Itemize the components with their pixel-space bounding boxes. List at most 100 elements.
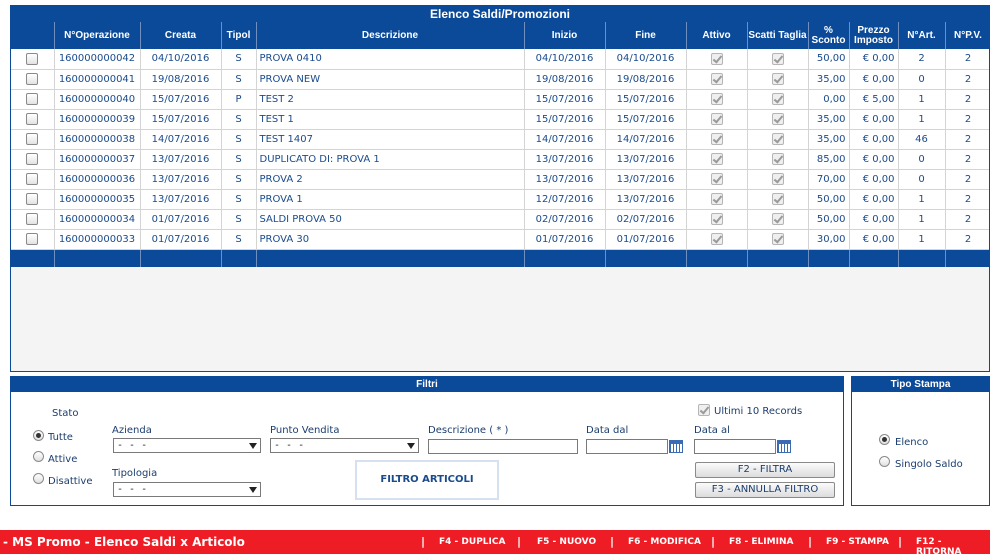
cell-operation-number: 160000000037 bbox=[54, 149, 141, 170]
cell-description: TEST 1407 bbox=[256, 129, 525, 150]
duplica-key[interactable]: F4 - DUPLICA bbox=[439, 537, 505, 547]
cell-active-checkbox bbox=[710, 153, 723, 165]
radio-disattive-label[interactable]: Disattive bbox=[48, 476, 93, 487]
table-footer-cell bbox=[686, 249, 748, 267]
table-row[interactable]: 160000000033 01/07/2016 S PROVA 30 01/07/201… bbox=[11, 229, 989, 250]
radio-singolo-saldo[interactable] bbox=[879, 456, 890, 467]
table-footer-cell bbox=[524, 249, 606, 267]
row-select-checkbox[interactable] bbox=[26, 233, 39, 245]
table-row[interactable]: 160000000042 04/10/2016 S PROVA 0410 04/10/2… bbox=[11, 49, 989, 70]
row-select-checkbox[interactable] bbox=[26, 153, 39, 165]
cell-created: 01/07/2016 bbox=[140, 209, 222, 230]
radio-tutte[interactable] bbox=[33, 430, 44, 441]
radio-attive[interactable] bbox=[33, 451, 44, 462]
col-size-steps[interactable]: Scatti Taglia bbox=[747, 22, 809, 49]
cell-active-checkbox bbox=[710, 193, 723, 205]
col-discount[interactable]: % Sconto bbox=[808, 22, 850, 49]
elimina-key[interactable]: F8 - ELIMINA bbox=[729, 537, 793, 547]
cell-start: 15/07/2016 bbox=[524, 89, 606, 110]
filtra-button[interactable]: F2 - FILTRA bbox=[695, 462, 835, 478]
cell-created: 15/07/2016 bbox=[140, 89, 222, 110]
row-select-checkbox[interactable] bbox=[26, 213, 39, 225]
ultimi-10-label[interactable]: Ultimi 10 Records bbox=[714, 406, 802, 417]
cell-type: P bbox=[221, 89, 257, 110]
ultimi-10-checkbox[interactable] bbox=[698, 404, 710, 416]
cell-size-steps bbox=[747, 229, 809, 250]
table-row[interactable]: 160000000035 13/07/2016 S PROVA 1 12/07/2016… bbox=[11, 189, 989, 210]
row-select-checkbox[interactable] bbox=[26, 93, 39, 105]
col-stores-count[interactable]: N°P.V. bbox=[945, 22, 989, 49]
cell-fixed-price: € 0,00 bbox=[849, 169, 899, 190]
table-footer-cell bbox=[945, 249, 989, 267]
chevron-down-icon bbox=[249, 487, 257, 493]
row-select-checkbox[interactable] bbox=[26, 173, 39, 185]
cell-size-steps-checkbox bbox=[771, 233, 784, 245]
cell-end: 02/07/2016 bbox=[605, 209, 687, 230]
row-select-checkbox[interactable] bbox=[26, 113, 39, 125]
cell-size-steps bbox=[747, 209, 809, 230]
cell-operation-number: 160000000038 bbox=[54, 129, 141, 150]
cell-stores-count: 2 bbox=[945, 149, 989, 170]
col-description[interactable]: Descrizione bbox=[256, 22, 525, 49]
data-al-input[interactable] bbox=[694, 439, 776, 454]
cell-discount: 35,00 bbox=[808, 129, 850, 150]
table-row[interactable]: 160000000040 15/07/2016 P TEST 2 15/07/2016 1… bbox=[11, 89, 989, 110]
col-end[interactable]: Fine bbox=[605, 22, 687, 49]
radio-disattive[interactable] bbox=[33, 473, 44, 484]
row-select-checkbox[interactable] bbox=[26, 193, 39, 205]
col-active[interactable]: Attivo bbox=[686, 22, 748, 49]
cell-end: 04/10/2016 bbox=[605, 49, 687, 70]
nuovo-key[interactable]: F5 - NUOVO bbox=[537, 537, 596, 547]
radio-attive-label[interactable]: Attive bbox=[48, 454, 77, 465]
col-created[interactable]: Creata bbox=[140, 22, 222, 49]
radio-elenco[interactable] bbox=[879, 434, 890, 445]
calendar-icon[interactable] bbox=[668, 439, 684, 454]
cell-end: 13/07/2016 bbox=[605, 149, 687, 170]
col-start[interactable]: Inizio bbox=[524, 22, 606, 49]
cell-stores-count: 2 bbox=[945, 69, 989, 90]
annulla-filtro-button[interactable]: F3 - ANNULLA FILTRO bbox=[695, 482, 835, 498]
row-select-checkbox[interactable] bbox=[26, 52, 39, 65]
radio-tutte-label[interactable]: Tutte bbox=[48, 432, 73, 443]
tipologia-select[interactable]: - - - bbox=[113, 482, 261, 497]
cell-created: 13/07/2016 bbox=[140, 169, 222, 190]
ritorna-key[interactable]: F12 - RITORNA bbox=[916, 537, 990, 554]
table-row[interactable]: 160000000037 13/07/2016 S DUPLICATO DI: PRO… bbox=[11, 149, 989, 170]
punto-vendita-select[interactable]: - - - bbox=[270, 438, 419, 453]
azienda-select[interactable]: - - - bbox=[113, 438, 261, 453]
calendar-icon[interactable] bbox=[776, 439, 792, 454]
table-row[interactable]: 160000000039 15/07/2016 S TEST 1 15/07/2016 1… bbox=[11, 109, 989, 130]
cell-fixed-price: € 0,00 bbox=[849, 149, 899, 170]
modifica-key[interactable]: F6 - MODIFICA bbox=[628, 537, 701, 547]
table-row[interactable]: 160000000034 01/07/2016 S SALDI PROVA 50 02/… bbox=[11, 209, 989, 230]
print-type-title: Tipo Stampa bbox=[852, 377, 989, 392]
cell-size-steps-checkbox bbox=[771, 133, 784, 145]
col-type[interactable]: Tipol bbox=[221, 22, 257, 49]
descrizione-input[interactable] bbox=[428, 439, 578, 454]
row-select-checkbox[interactable] bbox=[26, 73, 39, 85]
cell-discount: 35,00 bbox=[808, 109, 850, 130]
cell-operation-number: 160000000035 bbox=[54, 189, 141, 210]
radio-singolo-saldo-label[interactable]: Singolo Saldo bbox=[895, 459, 963, 470]
table-footer-cell bbox=[808, 249, 850, 267]
table-row[interactable]: 160000000038 14/07/2016 S TEST 1407 14/07/20… bbox=[11, 129, 989, 150]
cell-active bbox=[686, 129, 748, 150]
col-articles-count[interactable]: N°Art. bbox=[898, 22, 946, 49]
row-select-checkbox[interactable] bbox=[26, 133, 39, 145]
cell-active-checkbox bbox=[710, 52, 723, 65]
cell-size-steps-checkbox bbox=[771, 153, 784, 165]
cell-articles-count: 1 bbox=[898, 229, 946, 250]
cell-fixed-price: € 0,00 bbox=[849, 129, 899, 150]
cell-created: 14/07/2016 bbox=[140, 129, 222, 150]
table-row[interactable]: 160000000041 19/08/2016 S PROVA NEW 19/08/20… bbox=[11, 69, 989, 90]
separator: | bbox=[610, 535, 615, 548]
filtro-articoli-button[interactable]: FILTRO ARTICOLI bbox=[355, 460, 499, 500]
separator: | bbox=[711, 535, 716, 548]
table-footer-cell bbox=[11, 249, 55, 267]
col-operation-number[interactable]: N°Operazione bbox=[54, 22, 141, 49]
stampa-key[interactable]: F9 - STAMPA bbox=[826, 537, 889, 547]
data-dal-input[interactable] bbox=[586, 439, 668, 454]
radio-elenco-label[interactable]: Elenco bbox=[895, 437, 928, 448]
table-row[interactable]: 160000000036 13/07/2016 S PROVA 2 13/07/2016… bbox=[11, 169, 989, 190]
col-fixed-price[interactable]: Prezzo Imposto bbox=[849, 22, 899, 49]
